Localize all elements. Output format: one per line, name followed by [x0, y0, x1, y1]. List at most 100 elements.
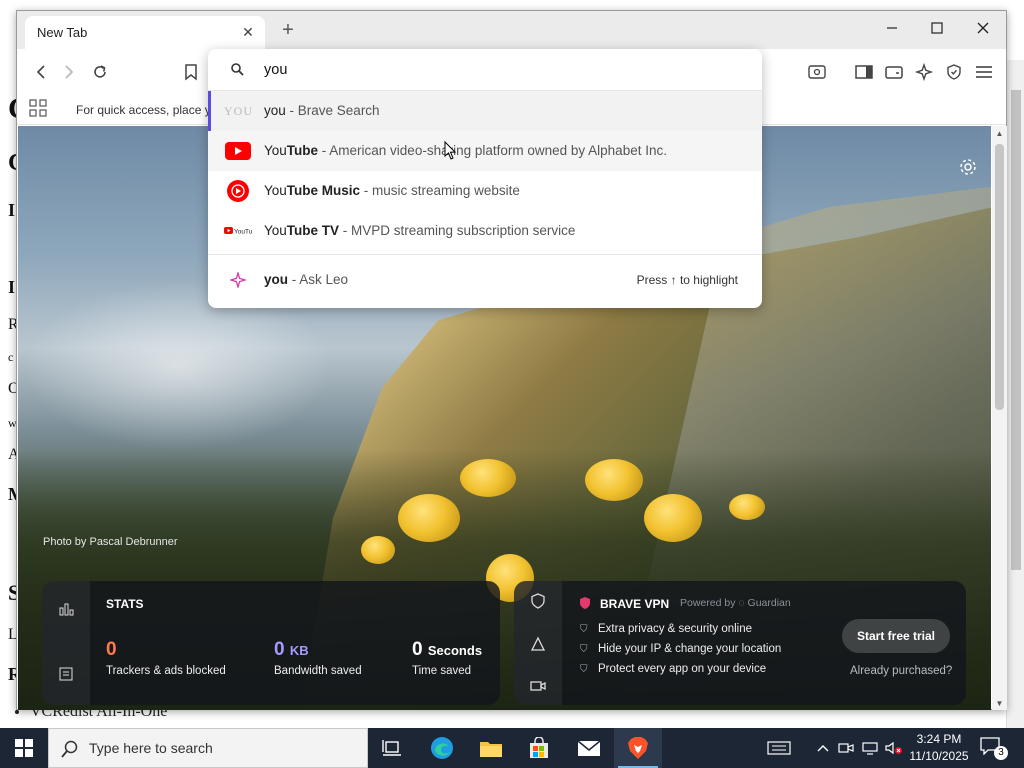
scroll-down-icon[interactable]: ▼ [992, 699, 1007, 708]
suggestion-desc: - Brave Search [285, 103, 380, 118]
taskbar-search-box[interactable]: Type here to search [48, 728, 368, 768]
leo-desc: - Ask Leo [288, 272, 349, 287]
taskbar-search-placeholder: Type here to search [89, 740, 213, 756]
wallet-button[interactable] [882, 60, 906, 84]
vpn-title: BRAVE VPN [600, 597, 670, 611]
news-tab[interactable] [58, 666, 74, 687]
customize-dashboard-button[interactable] [957, 156, 979, 178]
menu-button[interactable] [972, 60, 996, 84]
flower [460, 459, 516, 497]
shield-icon [947, 64, 961, 80]
reader-mode-button[interactable] [805, 60, 829, 84]
back-button[interactable] [29, 60, 53, 84]
photo-credit[interactable]: Photo by Pascal Debrunner [43, 536, 178, 548]
suggestion-completion: Tube [286, 143, 319, 158]
search-icon [61, 740, 78, 758]
time-value: 0 [412, 639, 423, 660]
tab-strip: New Tab ✕ + [17, 11, 1006, 49]
vpn-feature: ⛉ Protect every app on your device [580, 663, 766, 675]
check-shield-icon: ⛉ [580, 624, 588, 635]
sidebar-icon [855, 65, 873, 79]
new-tab-button[interactable]: + [277, 20, 299, 42]
maximize-button[interactable] [922, 19, 952, 41]
stats-widget: STATS 0 Trackers & ads blocked 0 KB Band… [42, 581, 500, 705]
show-hidden-icons-chevron-icon[interactable] [815, 738, 831, 758]
sidebar-toggle-button[interactable] [852, 60, 876, 84]
page-scrollbar[interactable]: ▲ ▼ [992, 126, 1007, 710]
suggestion-youtube-music[interactable]: YouTube Music - music streaming website [208, 171, 762, 211]
reader-mode-icon [808, 65, 826, 79]
address-bar-dropdown: you YOU you - Brave Search YouTube - Ame… [208, 49, 762, 308]
bg-scrollbar-thumb[interactable] [1011, 90, 1021, 570]
reload-button[interactable] [88, 60, 112, 84]
youtube-music-icon [224, 180, 252, 202]
leo-ai-button[interactable] [912, 60, 936, 84]
store-taskbar-app[interactable] [515, 728, 563, 768]
bg-scrollbar[interactable] [1006, 60, 1024, 728]
suggestion-match: You [264, 143, 287, 158]
windows-logo-icon [15, 739, 33, 757]
vpn-feature-text: Hide your IP & change your location [598, 643, 782, 655]
flower [361, 536, 395, 564]
system-clock[interactable]: 3:24 PM 11/10/2025 [906, 731, 972, 765]
mail-taskbar-app[interactable] [565, 728, 613, 768]
tab-close-icon[interactable]: ✕ [239, 23, 257, 41]
suggestion-text: YouTube TV - MVPD streaming subscription… [264, 223, 575, 238]
vpn-shield-icon [531, 593, 545, 609]
scroll-up-icon[interactable]: ▲ [992, 129, 1007, 138]
video-call-tab[interactable] [530, 678, 546, 699]
suggestion-youtube[interactable]: YouTube - American video-sharing platfor… [208, 131, 762, 171]
bg-text: I [8, 277, 16, 297]
edge-taskbar-app[interactable] [418, 728, 466, 768]
time-saved-label: Time saved [412, 665, 472, 677]
file-explorer-taskbar-app[interactable] [467, 728, 515, 768]
vpn-tab[interactable] [530, 593, 546, 614]
minimize-icon [887, 27, 897, 29]
suggestion-ask-leo[interactable]: you - Ask Leo Press ↑ to highlight [208, 260, 762, 300]
time-unit: Seconds [427, 643, 483, 658]
talk-tab[interactable] [530, 636, 546, 657]
vpn-widget-sidebar [514, 581, 562, 705]
bandwidth-unit: KB [289, 643, 309, 658]
meet-now-icon[interactable] [838, 738, 854, 758]
page-scrollbar-thumb[interactable] [995, 144, 1004, 410]
news-icon [59, 667, 73, 681]
apps-grid-button[interactable] [29, 99, 47, 122]
brave-vpn-logo-icon [578, 596, 592, 615]
suggestion-text: you - Brave Search [264, 103, 380, 118]
address-bar-query[interactable]: you [264, 62, 287, 78]
suggestion-brave-search[interactable]: YOU you - Brave Search [208, 91, 762, 131]
start-free-trial-button[interactable]: Start free trial [842, 619, 950, 653]
brave-taskbar-app[interactable] [614, 728, 662, 768]
tab-new-tab[interactable]: New Tab ✕ [25, 16, 265, 49]
minimize-button[interactable] [877, 19, 907, 41]
camera-icon [530, 681, 546, 691]
forward-button[interactable] [57, 60, 81, 84]
already-purchased-link[interactable]: Already purchased? [850, 665, 952, 677]
bar-chart-icon [59, 603, 74, 616]
suggestion-text: you - Ask Leo [264, 272, 348, 287]
suggestion-text: YouTube Music - music streaming website [264, 183, 520, 198]
volume-muted-icon[interactable] [884, 738, 904, 758]
svg-text:YOU: YOU [224, 104, 252, 118]
brave-lion-icon [628, 737, 648, 759]
task-view-icon [382, 740, 401, 756]
suggestion-completion: Tube Music [286, 183, 361, 198]
suggestion-desc: - music streaming website [360, 183, 520, 198]
mouse-cursor-icon [444, 141, 457, 160]
action-center-button[interactable]: 3 [980, 737, 1008, 760]
keyboard-layout-icon[interactable] [766, 738, 792, 758]
stats-tab[interactable] [58, 601, 74, 622]
vpn-button[interactable] [942, 60, 966, 84]
network-icon[interactable] [860, 738, 880, 758]
address-bar-input[interactable]: you [208, 49, 762, 91]
bookmark-button[interactable] [179, 60, 203, 84]
close-window-button[interactable] [968, 19, 998, 41]
suggestion-desc: - American video-sharing platform owned … [318, 143, 667, 158]
suggestion-youtube-tv[interactable]: YouTubeTV YouTube TV - MVPD streaming su… [208, 211, 762, 251]
task-view-button[interactable] [368, 728, 416, 768]
wallet-icon [885, 66, 903, 79]
suggestion-completion: Tube TV [286, 223, 340, 238]
close-icon [977, 22, 989, 34]
start-button[interactable] [0, 728, 48, 768]
